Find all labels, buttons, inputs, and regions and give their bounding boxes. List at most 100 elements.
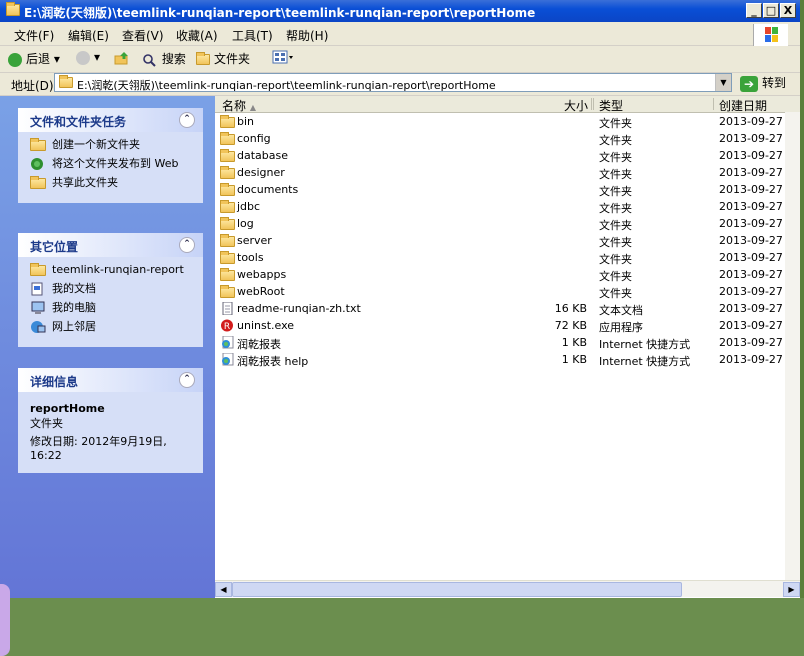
- column-date[interactable]: 创建日期: [719, 97, 767, 114]
- go-button[interactable]: ➔ 转到: [740, 74, 786, 92]
- file-type: 文件夹: [599, 168, 632, 181]
- place-my-documents[interactable]: 我的文档: [30, 282, 193, 296]
- folder-icon: [220, 268, 235, 281]
- place-my-documents-label: 我的文档: [52, 282, 96, 295]
- vertical-scrollbar[interactable]: [785, 112, 800, 580]
- up-folder-button[interactable]: [114, 50, 130, 68]
- column-size[interactable]: 大小: [564, 97, 588, 114]
- minimize-button[interactable]: _: [746, 3, 762, 18]
- task-share-folder-label: 共享此文件夹: [52, 176, 118, 189]
- file-name: 润乾报表: [237, 338, 281, 351]
- file-row[interactable]: config文件夹2013-09-27 8:45: [215, 130, 800, 147]
- text-file-icon: [220, 301, 235, 316]
- search-button[interactable]: 搜索: [142, 50, 186, 68]
- column-name[interactable]: 名称 ▲: [222, 97, 256, 114]
- file-type: 文件夹: [599, 219, 632, 232]
- file-row[interactable]: bin文件夹2013-09-27 8:45: [215, 113, 800, 130]
- place-network[interactable]: 网上邻居: [30, 320, 193, 334]
- file-row[interactable]: jdbc文件夹2013-09-27 8:46: [215, 198, 800, 215]
- collapse-chevron-icon[interactable]: ⌃: [179, 112, 195, 128]
- file-type: 文件夹: [599, 253, 632, 266]
- folder-icon: [220, 149, 235, 162]
- details-name: reportHome: [30, 402, 105, 415]
- column-divider[interactable]: [591, 98, 592, 110]
- other-places-header[interactable]: 其它位置 ⌃: [18, 233, 203, 257]
- desktop-background: [800, 0, 804, 598]
- file-row[interactable]: Runinst.exe72 KB应用程序2013-09-27 8:46: [215, 317, 800, 334]
- file-tasks-header[interactable]: 文件和文件夹任务 ⌃: [18, 108, 203, 132]
- address-label: 地址(D): [11, 79, 54, 93]
- place-network-label: 网上邻居: [52, 320, 96, 333]
- file-row[interactable]: 润乾报表 help1 KBInternet 快捷方式2013-09-27 8:4…: [215, 351, 800, 368]
- back-button[interactable]: 后退 ▾: [8, 50, 60, 68]
- window-title: E:\润乾(天翎版)\teemlink-runqian-report\teeml…: [24, 6, 536, 20]
- up-folder-icon: [114, 52, 128, 65]
- menu-tools[interactable]: 工具(T): [232, 27, 273, 44]
- file-name: readme-runqian-zh.txt: [237, 302, 361, 315]
- menu-file[interactable]: 文件(F): [14, 27, 54, 44]
- file-type: 文件夹: [599, 117, 632, 130]
- folder-icon: [6, 2, 20, 16]
- horizontal-scrollbar[interactable]: ◀ ▶: [215, 580, 800, 597]
- file-row[interactable]: 润乾报表1 KBInternet 快捷方式2013-09-27 8:46: [215, 334, 800, 351]
- scroll-right-button[interactable]: ▶: [783, 582, 800, 597]
- file-row[interactable]: log文件夹2013-09-27 8:46: [215, 215, 800, 232]
- folders-button[interactable]: 文件夹: [196, 50, 250, 68]
- file-name: database: [237, 149, 288, 162]
- task-new-folder[interactable]: 创建一个新文件夹: [30, 138, 193, 152]
- file-row[interactable]: server文件夹2013-09-27 8:46: [215, 232, 800, 249]
- file-size: 1 KB: [561, 353, 587, 366]
- address-value: E:\润乾(天翎版)\teemlink-runqian-report\teeml…: [77, 79, 496, 92]
- views-button[interactable]: [272, 50, 294, 68]
- file-row[interactable]: webapps文件夹2013-09-27 8:46: [215, 266, 800, 283]
- menu-view[interactable]: 查看(V): [122, 27, 164, 44]
- scroll-left-button[interactable]: ◀: [215, 582, 232, 597]
- place-parent-folder[interactable]: teemlink-runqian-report: [30, 263, 193, 277]
- file-list: 名称 ▲ 大小 类型 创建日期 bin文件夹2013-09-27 8:45 con…: [215, 96, 800, 598]
- address-input[interactable]: E:\润乾(天翎版)\teemlink-runqian-report\teeml…: [54, 73, 732, 92]
- file-row[interactable]: tools文件夹2013-09-27 8:46: [215, 249, 800, 266]
- menu-edit[interactable]: 编辑(E): [68, 27, 109, 44]
- folders-label: 文件夹: [214, 52, 251, 66]
- file-row[interactable]: documents文件夹2013-09-27 8:46: [215, 181, 800, 198]
- file-name: webRoot: [237, 285, 285, 298]
- file-name: uninst.exe: [237, 319, 295, 332]
- maximize-button[interactable]: □: [763, 3, 779, 18]
- menu-favorites[interactable]: 收藏(A): [176, 27, 218, 44]
- other-places-panel: 其它位置 ⌃ teemlink-runqian-report 我的文档 我的电脑 …: [18, 233, 203, 347]
- address-bar: 地址(D) E:\润乾(天翎版)\teemlink-runqian-report…: [0, 72, 800, 96]
- file-row[interactable]: designer文件夹2013-09-27 8:45: [215, 164, 800, 181]
- close-button[interactable]: X: [780, 3, 796, 18]
- file-type: Internet 快捷方式: [599, 355, 691, 368]
- details-header[interactable]: 详细信息 ⌃: [18, 368, 203, 392]
- column-header: 名称 ▲ 大小 类型 创建日期: [215, 96, 800, 113]
- column-name-label: 名称: [222, 99, 247, 113]
- back-label: 后退: [26, 52, 51, 66]
- file-size: 16 KB: [554, 302, 587, 315]
- address-dropdown-button[interactable]: ▼: [715, 74, 731, 91]
- file-name: webapps: [237, 268, 287, 281]
- file-row[interactable]: readme-runqian-zh.txt 16 KB 文本文档 2013-09-27…: [215, 300, 800, 317]
- scroll-thumb[interactable]: [232, 582, 682, 597]
- file-type: Internet 快捷方式: [599, 338, 691, 351]
- file-name: tools: [237, 251, 264, 264]
- collapse-chevron-icon[interactable]: ⌃: [179, 237, 195, 253]
- menu-help[interactable]: 帮助(H): [286, 27, 328, 44]
- file-name: documents: [237, 183, 299, 196]
- folder-icon: [220, 115, 235, 128]
- search-icon: [143, 53, 156, 67]
- file-name: config: [237, 132, 271, 145]
- column-divider[interactable]: [713, 98, 714, 110]
- column-divider[interactable]: [593, 98, 594, 110]
- collapse-chevron-icon[interactable]: ⌃: [179, 372, 195, 388]
- task-publish-web[interactable]: 将这个文件夹发布到 Web: [30, 157, 193, 171]
- task-share-folder[interactable]: 共享此文件夹: [30, 176, 193, 190]
- title-bar[interactable]: E:\润乾(天翎版)\teemlink-runqian-report\teeml…: [0, 0, 800, 22]
- file-row[interactable]: database文件夹2013-09-27 8:45: [215, 147, 800, 164]
- place-my-computer[interactable]: 我的电脑: [30, 301, 193, 315]
- column-type[interactable]: 类型: [599, 97, 623, 114]
- forward-button[interactable]: ▾: [76, 50, 100, 68]
- file-type: 文件夹: [599, 134, 632, 147]
- file-row[interactable]: webRoot文件夹2013-09-27 8:46: [215, 283, 800, 300]
- my-computer-icon: [30, 301, 46, 315]
